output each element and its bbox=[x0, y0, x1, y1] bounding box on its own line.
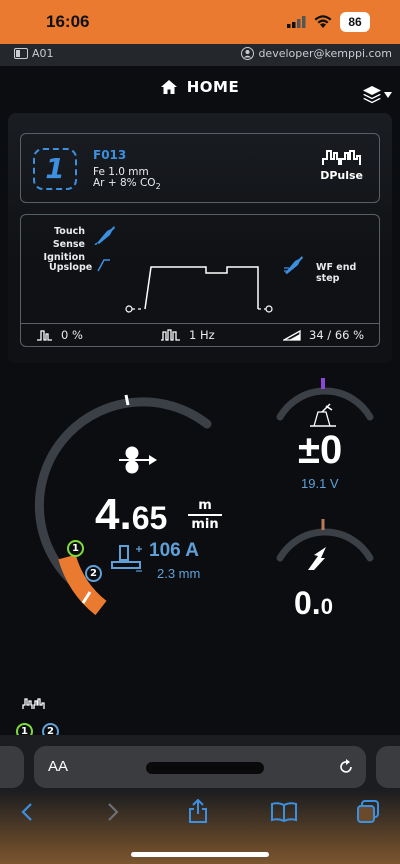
dpulse-icon bbox=[321, 150, 361, 165]
user-indicator: developer@kemppi.com bbox=[241, 47, 392, 60]
device-icon bbox=[14, 48, 28, 59]
url-text-redacted bbox=[146, 762, 264, 774]
gas-spec: Ar + 8% CO2 bbox=[93, 177, 161, 192]
wire-feed-end-icon bbox=[284, 256, 303, 274]
ratio-icon bbox=[283, 329, 301, 341]
wire-feed-speed: 4.65 bbox=[95, 490, 168, 539]
memory-dpulse-icon bbox=[22, 698, 45, 709]
marker-1-badge: 1 bbox=[67, 540, 84, 557]
layers-menu[interactable] bbox=[362, 86, 392, 104]
frequency-icon bbox=[161, 329, 180, 341]
text-size-button[interactable]: AA bbox=[48, 758, 68, 775]
battery-level: 86 bbox=[340, 12, 370, 32]
previous-tab-pill[interactable] bbox=[0, 746, 24, 788]
bookmarks-icon[interactable] bbox=[271, 802, 297, 822]
layers-icon bbox=[363, 86, 381, 104]
cellular-signal-icon bbox=[287, 16, 306, 28]
dynamics-value: 0.0 bbox=[294, 585, 333, 621]
ratio-item: 34 / 66 % bbox=[283, 328, 364, 342]
pulse-frequency-value: 1 Hz bbox=[189, 328, 215, 342]
voltage-fine-tune: ±0 bbox=[298, 428, 343, 472]
welding-current: 106 A bbox=[149, 540, 199, 561]
pulse-percent-value: 0 % bbox=[61, 328, 83, 342]
arc-voltage: 19.1 V bbox=[301, 476, 339, 491]
divider bbox=[21, 323, 379, 324]
marker-2-badge: 2 bbox=[85, 565, 102, 582]
forward-icon[interactable] bbox=[106, 802, 120, 822]
next-tab-pill[interactable] bbox=[376, 746, 400, 788]
wf-end-step-label: WF end step bbox=[316, 262, 357, 284]
chevron-down-icon bbox=[384, 92, 392, 98]
plate-thickness: 2.3 mm bbox=[157, 566, 201, 581]
reload-icon[interactable] bbox=[338, 759, 354, 775]
wire-feed-roller-icon bbox=[119, 446, 157, 474]
program-card[interactable]: 1 F013 Fe 1.0 mm Ar + 8% CO2 DPulse bbox=[20, 133, 380, 203]
user-icon bbox=[241, 47, 255, 60]
arc-voltage-icon bbox=[310, 403, 336, 427]
pulse-percent-item: 0 % bbox=[37, 328, 83, 342]
process-label: DPulse bbox=[320, 169, 363, 182]
tabs-icon[interactable] bbox=[356, 800, 380, 824]
upslope-icon bbox=[97, 259, 110, 272]
home-indicator[interactable] bbox=[131, 852, 269, 857]
ratio-value: 34 / 66 % bbox=[309, 328, 365, 342]
process-mode: DPulse bbox=[320, 148, 363, 182]
app-info-bar: A01 developer@kemppi.com bbox=[0, 44, 400, 66]
program-number: 1 bbox=[33, 148, 77, 190]
back-icon[interactable] bbox=[20, 802, 34, 822]
pulse-frequency-item: 1 Hz bbox=[161, 328, 215, 342]
sequence-card[interactable]: Touch Sense Ignition Upslope WF end step … bbox=[20, 214, 380, 347]
device-id: A01 bbox=[32, 47, 54, 60]
home-icon bbox=[160, 80, 177, 94]
upslope-label: Upslope bbox=[49, 262, 93, 273]
torch-icon bbox=[94, 226, 115, 245]
wire-feed-unit: m min bbox=[188, 498, 222, 532]
pulse-icon bbox=[37, 330, 52, 341]
home-nav[interactable]: HOME bbox=[0, 78, 400, 100]
address-bar[interactable]: AA bbox=[34, 746, 366, 788]
program-code: F013 bbox=[93, 148, 127, 162]
workpiece-icon bbox=[111, 545, 142, 572]
wifi-icon bbox=[314, 15, 332, 28]
device-indicator: A01 bbox=[14, 47, 54, 60]
clock: 16:06 bbox=[46, 12, 90, 31]
page-title: HOME bbox=[186, 78, 240, 96]
dynamics-spark-icon bbox=[308, 547, 326, 570]
user-email: developer@kemppi.com bbox=[258, 47, 392, 60]
share-icon[interactable] bbox=[187, 799, 209, 823]
ios-status-bar: 16:06 86 bbox=[0, 0, 400, 44]
touch-sense-label: Touch Sense Ignition bbox=[43, 226, 85, 263]
sequence-waveform bbox=[125, 266, 273, 313]
